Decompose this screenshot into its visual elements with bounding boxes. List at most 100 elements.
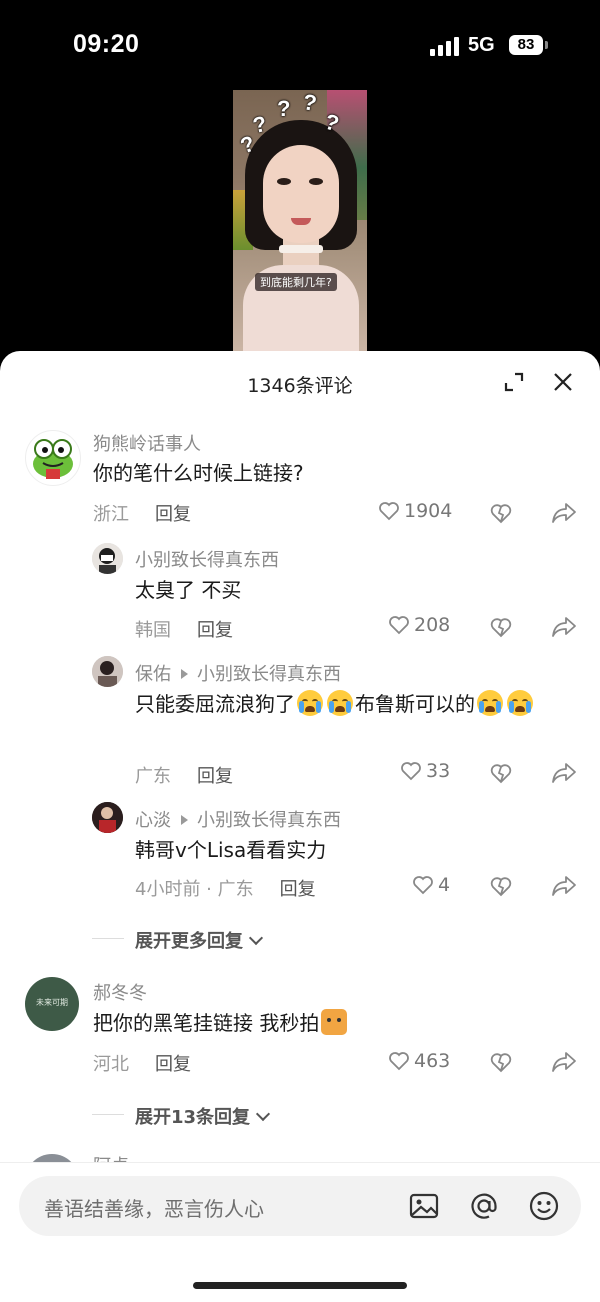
battery-cap (545, 41, 548, 49)
comment-author[interactable]: 郝冬冬 (93, 979, 147, 1005)
at-icon[interactable] (468, 1190, 500, 1222)
comment-text: 把你的黑笔挂链接 我秒拍 (93, 1006, 563, 1040)
crying-emoji-icon (327, 690, 353, 716)
avatar[interactable] (92, 656, 123, 687)
reply-meta: 4小时前 · 广东 回复 (135, 875, 316, 901)
like-button[interactable]: 208 (388, 614, 450, 636)
reply-button[interactable]: 回复 (197, 620, 233, 641)
comments-sheet: 1346条评论 狗熊岭话事人 你的笔什么时候上链接? 浙江 回复 1904 小别致… (0, 351, 600, 1302)
like-button[interactable]: 4 (412, 874, 450, 896)
video-caption: 到底能剩几年? (255, 273, 337, 291)
dislike-icon[interactable] (489, 761, 513, 785)
avatar[interactable] (92, 802, 123, 833)
image-icon[interactable] (408, 1190, 440, 1222)
expand-replies-label: 展开更多回复 (135, 931, 243, 952)
reply-to-name[interactable]: 小别致长得真东西 (197, 664, 341, 685)
expand-replies-button[interactable]: 展开更多回复 (135, 927, 264, 953)
reply-to-name[interactable]: 小别致长得真东西 (197, 810, 341, 831)
person-choker (279, 245, 323, 253)
reply-text: 韩哥v个Lisa看看实力 (135, 838, 327, 862)
reply-author-line: 保佑 小别致长得真东西 (135, 660, 341, 686)
comment-input-bar: 善语结善缘，恶言伤人心 (0, 1162, 600, 1302)
question-mark: ? (277, 96, 291, 121)
comment-author[interactable]: 阿卓 (93, 1154, 129, 1162)
reply-button[interactable]: 回复 (197, 766, 233, 787)
signal-icon (430, 36, 462, 56)
comment-text-main: 把你的黑笔挂链接 我秒拍 (93, 1011, 320, 1035)
avatar[interactable] (92, 543, 123, 574)
status-bar: 09:20 5G 83 (0, 0, 600, 90)
reply-meta: 韩国 回复 (135, 616, 233, 642)
like-button[interactable]: 463 (388, 1050, 450, 1072)
heart-icon (379, 502, 399, 521)
reply-meta: 广东 回复 (135, 762, 233, 788)
reply-time-location: 4小时前 · 广东 (135, 879, 254, 900)
person-face (263, 145, 339, 243)
like-count: 4 (438, 874, 451, 896)
heart-icon (389, 616, 409, 635)
expand-icon[interactable] (503, 371, 525, 393)
divider (92, 938, 124, 939)
reply-author[interactable]: 心淡 (135, 810, 171, 831)
share-icon[interactable] (551, 1050, 577, 1074)
dislike-icon[interactable] (489, 501, 513, 525)
sheet-header: 1346条评论 (0, 351, 600, 413)
share-icon[interactable] (551, 874, 577, 898)
comment-text: 你的笔什么时候上链接? (93, 461, 304, 485)
dislike-icon[interactable] (489, 874, 513, 898)
avatar[interactable]: 未来可期 (25, 977, 79, 1031)
like-count: 463 (414, 1050, 451, 1072)
comment-author[interactable]: 狗熊岭话事人 (93, 430, 201, 456)
reply-to-arrow-icon (181, 669, 188, 679)
close-icon[interactable] (552, 371, 574, 393)
like-button[interactable]: 33 (400, 760, 450, 782)
person-avatar-icon (92, 543, 123, 574)
avatar[interactable] (25, 430, 81, 486)
video-preview[interactable]: ? ? ? ? ? 到底能剩几年? (233, 90, 367, 352)
cat-emoji-icon (321, 1009, 348, 1035)
frog-avatar-icon (33, 439, 73, 479)
network-type: 5G (468, 34, 495, 56)
chevron-down-icon (255, 1106, 271, 1122)
reply-text: 只能委屈流浪狗了 布鲁斯可以的 (135, 687, 565, 721)
share-icon[interactable] (551, 501, 577, 525)
reply-author[interactable]: 保佑 (135, 664, 171, 685)
reply-author[interactable]: 小别致长得真东西 (135, 546, 279, 572)
reply-location: 韩国 (135, 620, 171, 641)
home-indicator[interactable] (193, 1282, 407, 1289)
comment-input[interactable]: 善语结善缘，恶言伤人心 (19, 1176, 581, 1236)
crying-emoji-icon (477, 690, 503, 716)
crying-emoji-icon (507, 690, 533, 716)
dislike-icon[interactable] (489, 1050, 513, 1074)
crying-emoji-icon (297, 690, 323, 716)
like-button[interactable]: 1904 (378, 500, 452, 522)
person-avatar-icon (92, 656, 123, 687)
share-icon[interactable] (551, 615, 577, 639)
like-count: 208 (414, 614, 451, 636)
emoji-icon[interactable] (528, 1190, 560, 1222)
dislike-icon[interactable] (489, 615, 513, 639)
divider (92, 1114, 124, 1115)
comment-meta: 浙江 回复 (93, 500, 191, 526)
comment-meta: 河北 回复 (93, 1050, 191, 1076)
battery-icon: 83 (509, 35, 543, 55)
heart-icon (389, 1052, 409, 1071)
heart-icon (413, 876, 433, 895)
avatar-text: 未来可期 (36, 998, 68, 1007)
like-count: 33 (426, 760, 451, 782)
reply-text-suffix: 布鲁斯可以的 (355, 692, 475, 716)
comment-input-placeholder: 善语结善缘，恶言伤人心 (44, 1197, 264, 1221)
reply-location: 广东 (135, 766, 171, 787)
reply-button[interactable]: 回复 (155, 504, 191, 525)
reply-button[interactable]: 回复 (155, 1054, 191, 1075)
person-avatar-icon (92, 802, 123, 833)
expand-replies-button[interactable]: 展开13条回复 (135, 1103, 271, 1129)
person-eye-right (309, 178, 323, 185)
share-icon[interactable] (551, 761, 577, 785)
status-time: 09:20 (73, 30, 140, 58)
comment-location: 河北 (93, 1054, 129, 1075)
reply-to-arrow-icon (181, 815, 188, 825)
reply-author-line: 心淡 小别致长得真东西 (135, 806, 341, 832)
heart-icon (401, 762, 421, 781)
reply-button[interactable]: 回复 (280, 879, 316, 900)
